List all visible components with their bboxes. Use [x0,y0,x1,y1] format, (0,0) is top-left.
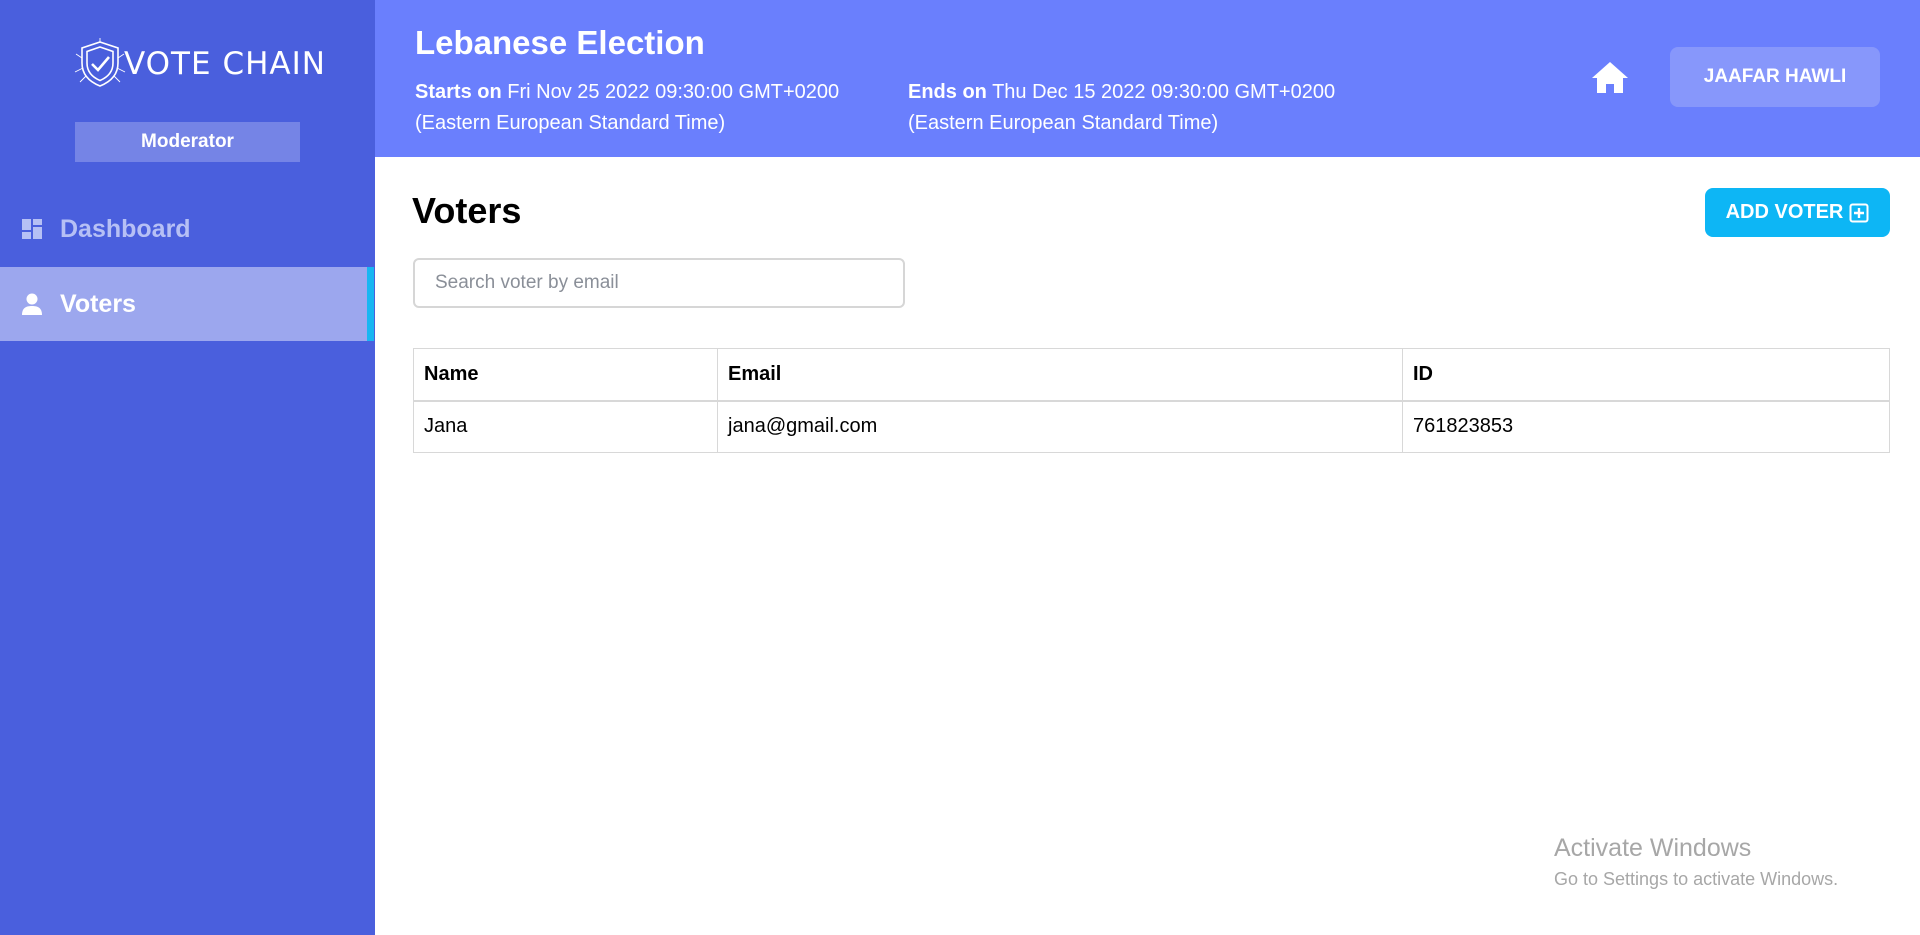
column-header-id[interactable]: ID [1402,348,1890,402]
home-icon [1592,62,1628,93]
election-title: Lebanese Election [415,24,705,61]
shield-check-icon [74,38,126,87]
user-menu-button[interactable]: JAAFAR HAWLI [1670,47,1880,107]
sidebar-item-label: Voters [60,289,136,318]
table-row[interactable]: Jana jana@gmail.com 761823853 [413,400,1890,453]
start-date: Starts on Fri Nov 25 2022 09:30:00 GMT+0… [415,77,839,139]
voters-table: Name Email ID Jana jana@gmail.com 761823… [413,348,1890,453]
cell-email: jana@gmail.com [717,400,1403,453]
start-timezone: (Eastern European Standard Time) [415,112,726,134]
end-date: Ends on Thu Dec 15 2022 09:30:00 GMT+020… [908,77,1335,139]
logo-text: VOTE CHAIN [124,46,326,82]
column-header-name[interactable]: Name [413,348,718,402]
sidebar-item-label: Dashboard [60,214,191,243]
cell-id: 761823853 [1402,400,1890,453]
plus-box-icon [1849,203,1869,222]
start-label: Starts on [415,81,502,103]
end-label: Ends on [908,81,987,103]
end-timezone: (Eastern European Standard Time) [908,112,1219,134]
watermark-subtitle: Go to Settings to activate Windows. [1554,869,1839,889]
add-voter-button[interactable]: ADD VOTER [1705,188,1890,237]
active-indicator [367,267,374,341]
column-header-email[interactable]: Email [717,348,1403,402]
search-input[interactable] [413,258,905,308]
header: Lebanese Election Starts on Fri Nov 25 2… [375,0,1920,157]
cell-name: Jana [413,400,718,453]
end-value: Thu Dec 15 2022 09:30:00 GMT+0200 [992,81,1336,103]
sidebar-item-voters[interactable]: Voters [0,267,369,341]
table-header-row: Name Email ID [413,348,1890,402]
home-button[interactable] [1590,58,1630,98]
dashboard-icon [20,217,44,241]
start-value: Fri Nov 25 2022 09:30:00 GMT+0200 [507,81,840,103]
page-title: Voters [412,190,522,231]
user-icon [20,292,44,316]
add-voter-label: ADD VOTER [1725,201,1844,223]
sidebar: VOTE CHAIN Moderator Dashboard Voters [0,0,375,935]
watermark-title: Activate Windows [1554,834,1752,862]
role-badge: Moderator [75,122,300,162]
logo[interactable]: VOTE CHAIN [72,36,326,92]
sidebar-item-dashboard[interactable]: Dashboard [0,192,375,266]
windows-activation-watermark: Activate Windows Go to Settings to activ… [1554,834,1838,890]
